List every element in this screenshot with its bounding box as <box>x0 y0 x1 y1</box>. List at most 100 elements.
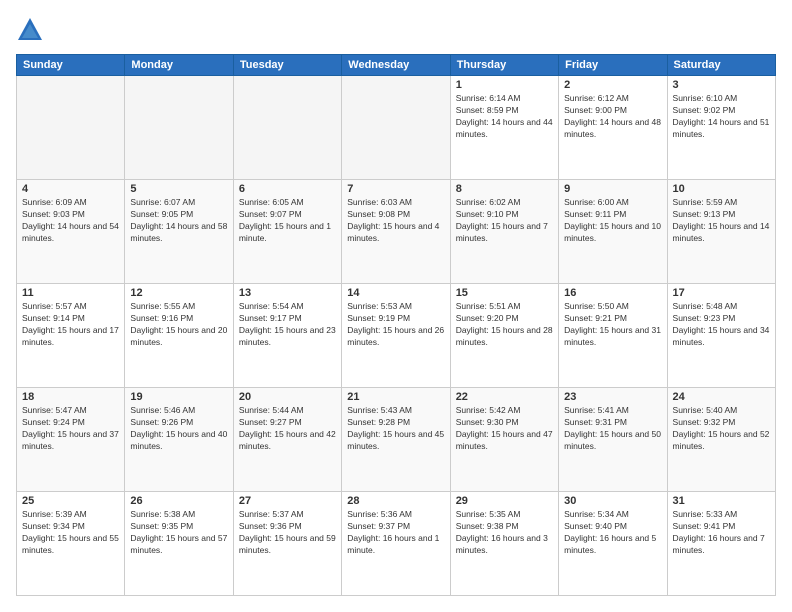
calendar-day-cell: 20 Sunrise: 5:44 AM Sunset: 9:27 PM Dayl… <box>233 388 341 492</box>
calendar-day-cell: 19 Sunrise: 5:46 AM Sunset: 9:26 PM Dayl… <box>125 388 233 492</box>
calendar-day-cell: 28 Sunrise: 5:36 AM Sunset: 9:37 PM Dayl… <box>342 492 450 596</box>
calendar-day-cell: 14 Sunrise: 5:53 AM Sunset: 9:19 PM Dayl… <box>342 284 450 388</box>
calendar-header-row: SundayMondayTuesdayWednesdayThursdayFrid… <box>17 55 776 76</box>
day-detail: Sunrise: 5:54 AM Sunset: 9:17 PM Dayligh… <box>239 301 336 349</box>
calendar-day-cell: 18 Sunrise: 5:47 AM Sunset: 9:24 PM Dayl… <box>17 388 125 492</box>
day-number: 26 <box>130 495 227 507</box>
calendar-day-cell: 22 Sunrise: 5:42 AM Sunset: 9:30 PM Dayl… <box>450 388 558 492</box>
calendar-header-friday: Friday <box>559 55 667 76</box>
day-number: 19 <box>130 391 227 403</box>
day-detail: Sunrise: 6:12 AM Sunset: 9:00 PM Dayligh… <box>564 93 661 141</box>
day-number: 23 <box>564 391 661 403</box>
calendar-header-tuesday: Tuesday <box>233 55 341 76</box>
day-detail: Sunrise: 5:36 AM Sunset: 9:37 PM Dayligh… <box>347 509 444 557</box>
day-number: 17 <box>673 287 770 299</box>
calendar-day-cell: 21 Sunrise: 5:43 AM Sunset: 9:28 PM Dayl… <box>342 388 450 492</box>
day-detail: Sunrise: 5:40 AM Sunset: 9:32 PM Dayligh… <box>673 405 770 453</box>
day-number: 30 <box>564 495 661 507</box>
day-number: 3 <box>673 79 770 91</box>
calendar-header-monday: Monday <box>125 55 233 76</box>
day-number: 15 <box>456 287 553 299</box>
calendar-day-cell: 29 Sunrise: 5:35 AM Sunset: 9:38 PM Dayl… <box>450 492 558 596</box>
calendar-day-cell: 13 Sunrise: 5:54 AM Sunset: 9:17 PM Dayl… <box>233 284 341 388</box>
calendar-day-cell: 9 Sunrise: 6:00 AM Sunset: 9:11 PM Dayli… <box>559 180 667 284</box>
day-detail: Sunrise: 6:14 AM Sunset: 8:59 PM Dayligh… <box>456 93 553 141</box>
day-detail: Sunrise: 6:00 AM Sunset: 9:11 PM Dayligh… <box>564 197 661 245</box>
calendar-day-cell: 12 Sunrise: 5:55 AM Sunset: 9:16 PM Dayl… <box>125 284 233 388</box>
header <box>16 16 776 44</box>
day-detail: Sunrise: 5:44 AM Sunset: 9:27 PM Dayligh… <box>239 405 336 453</box>
calendar-day-cell: 6 Sunrise: 6:05 AM Sunset: 9:07 PM Dayli… <box>233 180 341 284</box>
calendar-day-cell: 25 Sunrise: 5:39 AM Sunset: 9:34 PM Dayl… <box>17 492 125 596</box>
day-detail: Sunrise: 5:46 AM Sunset: 9:26 PM Dayligh… <box>130 405 227 453</box>
calendar-day-cell: 30 Sunrise: 5:34 AM Sunset: 9:40 PM Dayl… <box>559 492 667 596</box>
calendar-header-wednesday: Wednesday <box>342 55 450 76</box>
day-number: 24 <box>673 391 770 403</box>
day-number: 13 <box>239 287 336 299</box>
day-detail: Sunrise: 5:34 AM Sunset: 9:40 PM Dayligh… <box>564 509 661 557</box>
day-number: 14 <box>347 287 444 299</box>
page: SundayMondayTuesdayWednesdayThursdayFrid… <box>0 0 792 612</box>
calendar-day-cell: 17 Sunrise: 5:48 AM Sunset: 9:23 PM Dayl… <box>667 284 775 388</box>
day-detail: Sunrise: 6:03 AM Sunset: 9:08 PM Dayligh… <box>347 197 444 245</box>
day-number: 20 <box>239 391 336 403</box>
day-detail: Sunrise: 5:41 AM Sunset: 9:31 PM Dayligh… <box>564 405 661 453</box>
calendar-table: SundayMondayTuesdayWednesdayThursdayFrid… <box>16 54 776 596</box>
day-detail: Sunrise: 5:43 AM Sunset: 9:28 PM Dayligh… <box>347 405 444 453</box>
day-detail: Sunrise: 5:51 AM Sunset: 9:20 PM Dayligh… <box>456 301 553 349</box>
day-detail: Sunrise: 5:53 AM Sunset: 9:19 PM Dayligh… <box>347 301 444 349</box>
day-number: 4 <box>22 183 119 195</box>
calendar-header-saturday: Saturday <box>667 55 775 76</box>
day-number: 7 <box>347 183 444 195</box>
calendar-week-5: 25 Sunrise: 5:39 AM Sunset: 9:34 PM Dayl… <box>17 492 776 596</box>
day-detail: Sunrise: 5:35 AM Sunset: 9:38 PM Dayligh… <box>456 509 553 557</box>
calendar-week-2: 4 Sunrise: 6:09 AM Sunset: 9:03 PM Dayli… <box>17 180 776 284</box>
day-number: 25 <box>22 495 119 507</box>
day-detail: Sunrise: 5:47 AM Sunset: 9:24 PM Dayligh… <box>22 405 119 453</box>
logo <box>16 16 48 44</box>
calendar-day-cell: 11 Sunrise: 5:57 AM Sunset: 9:14 PM Dayl… <box>17 284 125 388</box>
day-detail: Sunrise: 5:42 AM Sunset: 9:30 PM Dayligh… <box>456 405 553 453</box>
calendar-week-4: 18 Sunrise: 5:47 AM Sunset: 9:24 PM Dayl… <box>17 388 776 492</box>
day-detail: Sunrise: 5:37 AM Sunset: 9:36 PM Dayligh… <box>239 509 336 557</box>
calendar-day-cell: 2 Sunrise: 6:12 AM Sunset: 9:00 PM Dayli… <box>559 76 667 180</box>
day-number: 22 <box>456 391 553 403</box>
day-detail: Sunrise: 6:07 AM Sunset: 9:05 PM Dayligh… <box>130 197 227 245</box>
day-number: 1 <box>456 79 553 91</box>
calendar-week-1: 1 Sunrise: 6:14 AM Sunset: 8:59 PM Dayli… <box>17 76 776 180</box>
day-detail: Sunrise: 5:59 AM Sunset: 9:13 PM Dayligh… <box>673 197 770 245</box>
day-number: 10 <box>673 183 770 195</box>
day-number: 6 <box>239 183 336 195</box>
day-number: 16 <box>564 287 661 299</box>
calendar-day-cell: 27 Sunrise: 5:37 AM Sunset: 9:36 PM Dayl… <box>233 492 341 596</box>
calendar-day-cell <box>342 76 450 180</box>
calendar-day-cell: 26 Sunrise: 5:38 AM Sunset: 9:35 PM Dayl… <box>125 492 233 596</box>
day-number: 12 <box>130 287 227 299</box>
calendar-day-cell: 3 Sunrise: 6:10 AM Sunset: 9:02 PM Dayli… <box>667 76 775 180</box>
calendar-day-cell: 1 Sunrise: 6:14 AM Sunset: 8:59 PM Dayli… <box>450 76 558 180</box>
calendar-header-sunday: Sunday <box>17 55 125 76</box>
day-detail: Sunrise: 5:38 AM Sunset: 9:35 PM Dayligh… <box>130 509 227 557</box>
day-number: 21 <box>347 391 444 403</box>
calendar-header-thursday: Thursday <box>450 55 558 76</box>
day-detail: Sunrise: 5:57 AM Sunset: 9:14 PM Dayligh… <box>22 301 119 349</box>
calendar-week-3: 11 Sunrise: 5:57 AM Sunset: 9:14 PM Dayl… <box>17 284 776 388</box>
day-detail: Sunrise: 6:09 AM Sunset: 9:03 PM Dayligh… <box>22 197 119 245</box>
day-number: 31 <box>673 495 770 507</box>
day-detail: Sunrise: 6:10 AM Sunset: 9:02 PM Dayligh… <box>673 93 770 141</box>
day-number: 18 <box>22 391 119 403</box>
day-detail: Sunrise: 5:39 AM Sunset: 9:34 PM Dayligh… <box>22 509 119 557</box>
day-number: 2 <box>564 79 661 91</box>
day-number: 27 <box>239 495 336 507</box>
calendar-day-cell <box>233 76 341 180</box>
day-detail: Sunrise: 5:48 AM Sunset: 9:23 PM Dayligh… <box>673 301 770 349</box>
day-number: 8 <box>456 183 553 195</box>
day-detail: Sunrise: 6:05 AM Sunset: 9:07 PM Dayligh… <box>239 197 336 245</box>
day-number: 9 <box>564 183 661 195</box>
calendar-day-cell <box>125 76 233 180</box>
calendar-day-cell: 16 Sunrise: 5:50 AM Sunset: 9:21 PM Dayl… <box>559 284 667 388</box>
day-detail: Sunrise: 5:55 AM Sunset: 9:16 PM Dayligh… <box>130 301 227 349</box>
calendar-day-cell: 24 Sunrise: 5:40 AM Sunset: 9:32 PM Dayl… <box>667 388 775 492</box>
calendar-day-cell: 7 Sunrise: 6:03 AM Sunset: 9:08 PM Dayli… <box>342 180 450 284</box>
calendar-day-cell: 31 Sunrise: 5:33 AM Sunset: 9:41 PM Dayl… <box>667 492 775 596</box>
